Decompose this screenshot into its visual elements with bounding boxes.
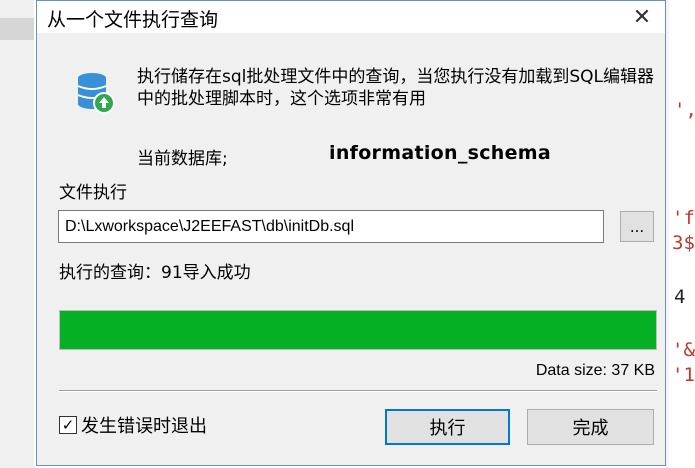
file-execute-label: 文件执行 [59,183,127,203]
background-code-line: 'f [672,207,695,229]
current-database-label: 当前数据库; [137,149,228,169]
check-icon: ✓ [61,416,75,434]
execute-button[interactable]: 执行 [385,409,510,445]
background-code-line: '& [672,339,695,361]
data-size-text: Data size: 37 KB [535,362,655,379]
background-left-bar [0,18,34,40]
background-code-line: ', [674,99,695,121]
background-left-strip [0,0,34,468]
dialog-description: 执行储存在sql批处理文件中的查询，当您执行没有加载到SQL编辑器中的批处理脚本… [137,67,655,109]
execute-file-dialog: 从一个文件执行查询 ✕ 执行储存在sql批处理文件中的查询，当您执行没有加载到S… [36,0,666,466]
exit-on-error-option[interactable]: ✓ 发生错误时退出 [59,412,207,438]
query-status-text: 执行的查询：91导入成功 [59,263,251,283]
file-path-input[interactable]: D:\Lxworkspace\J2EEFAST\db\initDb.sql [58,210,604,243]
current-database-value: information_schema [329,142,552,164]
divider [59,390,657,392]
progress-fill [60,311,656,349]
close-icon: ✕ [632,4,652,30]
background-code-line: '1 [672,364,695,386]
progress-bar [59,310,657,350]
browse-button[interactable]: ... [620,211,654,242]
exit-on-error-checkbox[interactable]: ✓ [59,416,77,434]
close-button[interactable]: ✕ [627,3,657,31]
background-code-line: 3$ [672,232,695,254]
database-import-icon [77,73,115,114]
dialog-titlebar[interactable]: 从一个文件执行查询 ✕ [37,1,665,33]
background-scroll-edge [666,0,669,468]
dialog-title: 从一个文件执行查询 [47,9,219,31]
exit-on-error-label: 发生错误时退出 [81,416,207,437]
finish-button[interactable]: 完成 [527,409,654,445]
background-code-line: 4 [674,286,686,308]
